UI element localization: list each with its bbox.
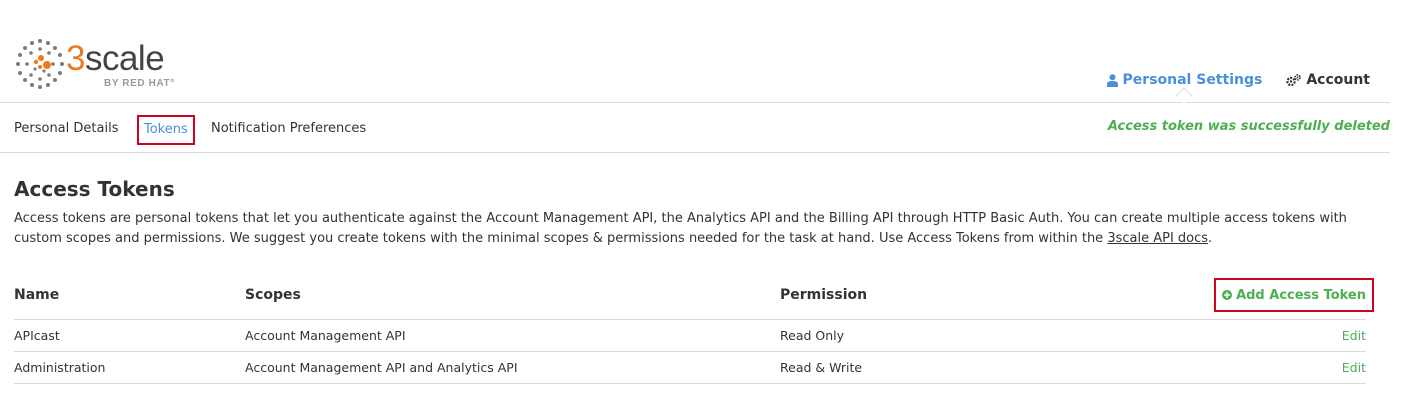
add-access-token-label: Add Access Token xyxy=(1236,287,1366,303)
intro-end: . xyxy=(1208,230,1213,246)
page-title: Access Tokens xyxy=(14,177,175,201)
token-scopes: Account Management API and Analytics API xyxy=(245,360,518,375)
flash-message: Access token was successfully deleted xyxy=(1107,119,1390,134)
logo-wordmark-suffix: scale xyxy=(84,39,165,78)
column-header-permission: Permission xyxy=(780,287,868,303)
3scale-logo[interactable]: 3scale BY RED HAT° xyxy=(14,38,184,92)
nav-personal-settings[interactable]: Personal Settings xyxy=(1106,72,1263,88)
logo-dots-icon xyxy=(16,39,64,89)
token-name: APIcast xyxy=(14,328,60,343)
plus-circle-icon xyxy=(1222,290,1233,300)
tab-tokens[interactable]: Tokens xyxy=(137,115,195,145)
logo-wordmark-prefix: 3 xyxy=(66,39,85,78)
top-nav: Personal Settings Account xyxy=(1106,72,1370,88)
table-row: APIcast Account Management API Read Only… xyxy=(14,320,1366,352)
token-scopes: Account Management API xyxy=(245,328,406,343)
add-access-token-button[interactable]: Add Access Token xyxy=(1214,278,1374,312)
logo-wordmark: 3scale xyxy=(66,39,165,78)
sub-navigation: Personal Details Tokens Notification Pre… xyxy=(0,103,1390,153)
token-permission: Read & Write xyxy=(780,360,863,375)
token-name: Administration xyxy=(14,360,106,375)
access-tokens-table: Name Scopes Permission Add Access Token … xyxy=(14,277,1374,384)
logo-byline: BY RED HAT° xyxy=(104,78,175,89)
column-header-scopes: Scopes xyxy=(245,287,301,303)
logo-trademark: ° xyxy=(170,78,175,89)
token-permission: Read Only xyxy=(780,328,845,343)
edit-token-link[interactable]: Edit xyxy=(1342,360,1366,375)
logo-byline-text: BY RED HAT xyxy=(104,78,171,89)
nav-account-label: Account xyxy=(1306,72,1370,88)
intro-paragraph: Access tokens are personal tokens that l… xyxy=(14,209,1384,248)
gears-icon xyxy=(1286,73,1302,86)
nav-personal-settings-label: Personal Settings xyxy=(1122,72,1263,88)
column-header-name: Name xyxy=(14,287,60,303)
tab-personal-details[interactable]: Personal Details xyxy=(14,115,118,145)
table-row: Administration Account Management API an… xyxy=(14,352,1366,384)
user-icon xyxy=(1106,73,1118,87)
nav-account[interactable]: Account xyxy=(1286,72,1370,88)
tab-notification-preferences[interactable]: Notification Preferences xyxy=(211,115,366,145)
app-header: 3scale BY RED HAT° Personal Settings Acc… xyxy=(0,0,1390,103)
table-header: Name Scopes Permission Add Access Token xyxy=(14,277,1374,320)
edit-token-link[interactable]: Edit xyxy=(1342,328,1366,343)
api-docs-link[interactable]: 3scale API docs xyxy=(1107,231,1208,246)
